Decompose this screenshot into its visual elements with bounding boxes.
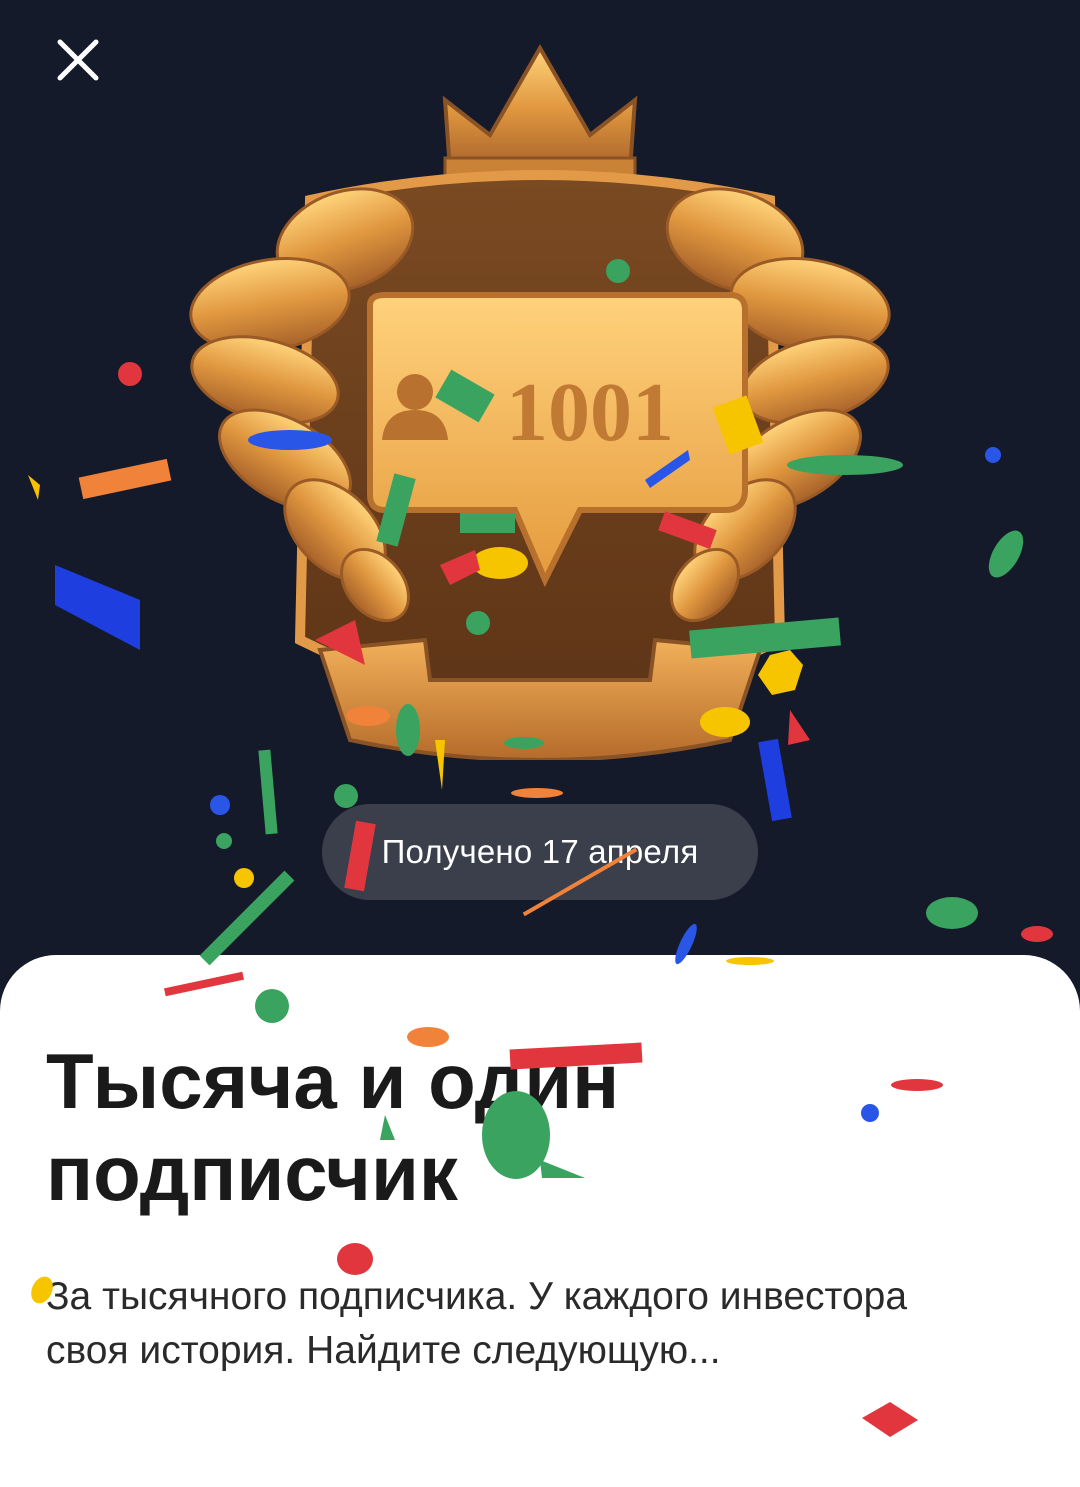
- achievement-screen: 1001 Получено 17 апреля Тысяча и один по…: [0, 0, 1080, 1487]
- hero-area: 1001 Получено 17 апреля: [0, 0, 1080, 990]
- earned-date-text: Получено 17 апреля: [381, 833, 699, 870]
- badge-count: 1001: [506, 366, 674, 459]
- earned-date-pill: Получено 17 апреля: [322, 804, 758, 900]
- close-icon: [57, 39, 99, 81]
- achievement-description: За тысячного подписчика. У каждого инвес…: [46, 1275, 908, 1372]
- subscriber-badge: 1001: [170, 40, 910, 762]
- subscriber-badge-icon: 1001: [189, 43, 891, 762]
- close-button[interactable]: [40, 22, 116, 98]
- achievement-title: Тысяча и один подписчик: [46, 1037, 620, 1217]
